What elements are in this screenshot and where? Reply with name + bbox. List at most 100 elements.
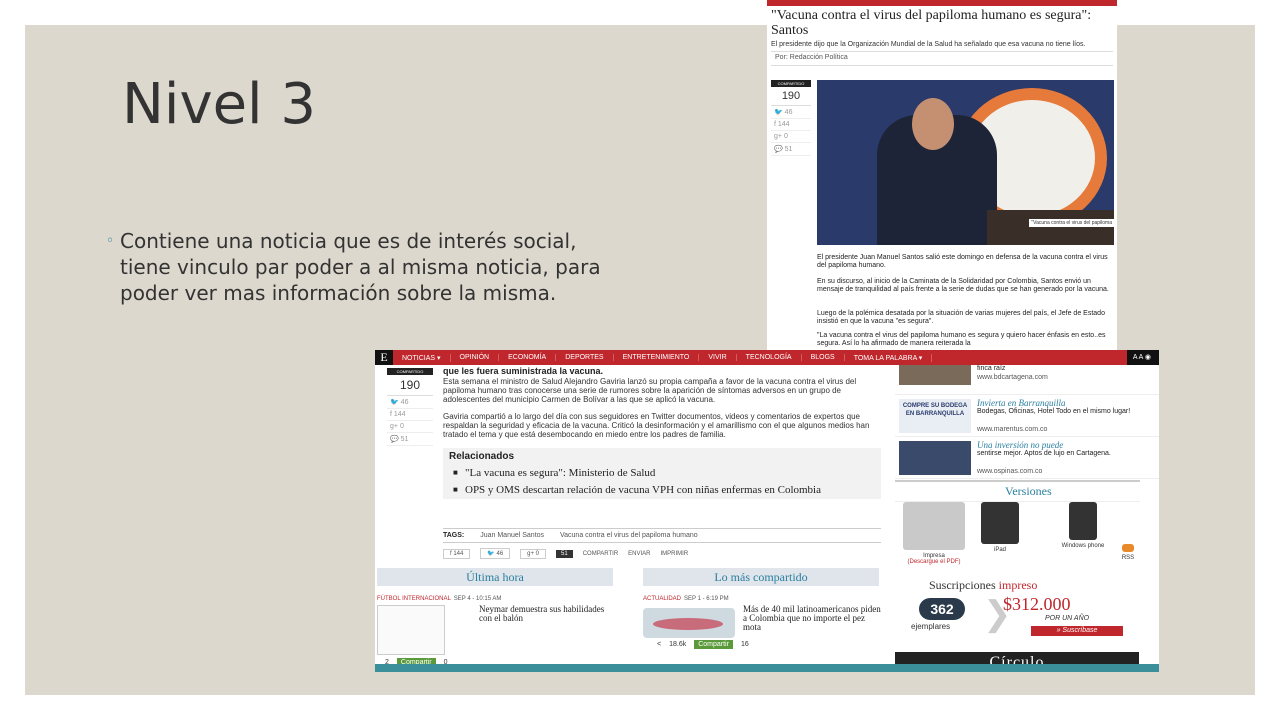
comments-count[interactable]: 💬 51 (387, 433, 433, 446)
ad-item[interactable]: COMPRE SU BODEGA EN BARRANQUILLA Inviert… (895, 395, 1159, 437)
share-button[interactable]: Compartir (694, 640, 733, 649)
twitter-icon: 🐦 (774, 109, 785, 116)
article-paragraph-2: En su discurso, al inicio de la Caminata… (817, 278, 1109, 293)
article-paragraph-3: Luego de la polémica desatada por la sit… (817, 310, 1105, 325)
related-box: Relacionados "La vacuna es segura": Mini… (443, 448, 881, 499)
ad-title: Invierta en Barranquilla (977, 398, 1066, 408)
ad-item[interactable]: Una inversión no puede sentirse mejor. A… (895, 437, 1159, 479)
newspaper-icon (903, 502, 965, 550)
gplus-icon: g+ (390, 423, 400, 430)
print-button[interactable]: IMPRIMIR (661, 551, 689, 557)
ad-image (899, 441, 971, 475)
email-button[interactable]: ENVIAR (628, 551, 650, 557)
rss-link[interactable]: RSS (1115, 544, 1141, 561)
ultima-hora-date: SEP 4 - 10:15 AM (453, 596, 502, 602)
mas-compartido-share-bar: < 18.6k Compartir 16 (657, 640, 749, 649)
nav-item-tecnologia[interactable]: TECNOLOGÍA (737, 354, 802, 361)
slide-title: Nivel 3 (122, 72, 317, 137)
article-byline: Por: Redacción Política (771, 51, 1113, 66)
ads-column: finca raíz www.bdcartagena.com COMPRE SU… (895, 365, 1159, 479)
font-size-tools[interactable]: A A ◉ (1126, 350, 1159, 365)
gplus-share[interactable]: g+ 0 (387, 421, 433, 433)
article-paragraph-2: Gaviria compartió a lo largo del día con… (443, 412, 870, 439)
facebook-share[interactable]: f 144 (771, 119, 811, 131)
nav-item-economia[interactable]: ECONOMÍA (499, 354, 557, 361)
bullet-text: Contiene una noticia que es de interés s… (120, 229, 601, 305)
article-paragraph-1: El presidente Juan Manuel Santos salió e… (817, 254, 1108, 269)
pdf-link[interactable]: (Descargue el PDF) (899, 559, 969, 565)
version-windows-phone[interactable]: Windows phone (1055, 502, 1111, 549)
tags-label: TAGS: (443, 532, 465, 539)
main-nav: E NOTICIAS ▾ OPINIÓN ECONOMÍA DEPORTES E… (375, 350, 1159, 365)
podium (987, 210, 1114, 245)
ad-item[interactable]: finca raíz www.bdcartagena.com (895, 365, 1159, 395)
twitter-share-button[interactable]: 🐦 46 (480, 548, 511, 559)
news-thumbnail[interactable] (377, 605, 445, 655)
share-icon: < (657, 641, 662, 648)
gplus-share[interactable]: g+ 0 (771, 131, 811, 143)
ultima-hora-category: FÚTBOL INTERNACIONAL SEP 4 - 10:15 AM (377, 596, 502, 602)
photo-caption: "Vacuna contra el virus del papiloma (1029, 219, 1114, 227)
article-lead: que les fuera suministrada la vacuna. (443, 366, 604, 376)
nav-item-opinion[interactable]: OPINIÓN (451, 354, 500, 361)
speaker-head (912, 98, 954, 150)
article-screenshot-bottom: E NOTICIAS ▾ OPINIÓN ECONOMÍA DEPORTES E… (375, 350, 1159, 672)
subscribe-button[interactable]: » Suscríbase (1031, 626, 1123, 636)
tag-link[interactable]: Vacuna contra el virus del papiloma huma… (560, 532, 698, 539)
gplus-share-button[interactable]: g+ 0 (520, 548, 547, 559)
mas-compartido-date: SEP 1 - 6:19 PM (684, 596, 729, 602)
article-paragraph-4: "La vacuna contra el virus del papiloma … (817, 332, 1106, 347)
ad-description: finca raíz (977, 365, 1006, 372)
nav-item-deportes[interactable]: DEPORTES (556, 354, 614, 361)
nav-item-blogs[interactable]: BLOGS (802, 354, 845, 361)
share-button[interactable]: COMPARTIR (583, 551, 618, 557)
share-label: COMPARTIDO (387, 368, 433, 375)
article-paragraph-1: Esta semana el ministro de Salud Alejand… (443, 377, 857, 404)
slide-bullet: ◦ Contiene una noticia que es de interés… (106, 228, 620, 306)
version-ipad[interactable]: iPad (975, 502, 1025, 553)
mas-compartido-title[interactable]: Más de 40 mil latinoamericanos piden a C… (743, 605, 883, 632)
copies-count: 362 (919, 598, 965, 620)
share-count: 18.6k (669, 641, 687, 648)
related-link[interactable]: OPS y OMS descartan relación de vacuna V… (443, 482, 881, 499)
nav-item-vivir[interactable]: VIVIR (699, 354, 737, 361)
bullet-icon: ◦ (106, 233, 115, 249)
ultima-hora-title[interactable]: Neymar demuestra sus habilidades con el … (479, 605, 617, 623)
nav-item-noticias[interactable]: NOTICIAS ▾ (393, 353, 451, 362)
facebook-share[interactable]: f 144 (387, 409, 433, 421)
comments-count[interactable]: 16 (741, 641, 749, 648)
ultima-hora-heading[interactable]: Última hora (377, 568, 613, 586)
ad-description: Bodegas, Oficinas, Hotel Todo en el mism… (977, 408, 1131, 415)
twitter-share[interactable]: 🐦 46 (387, 396, 433, 409)
facebook-share-button[interactable]: f 144 (443, 548, 471, 559)
comments-count[interactable]: 💬 51 (771, 143, 811, 156)
share-counter: COMPARTIDO 190 🐦 46 f 144 g+ 0 💬 51 (771, 80, 811, 156)
phone-icon (1069, 502, 1097, 540)
subscriptions-heading: Suscripciones impreso (929, 578, 1038, 592)
version-impresa[interactable]: Impresa (Descargue el PDF) (899, 502, 969, 565)
twitter-share[interactable]: 🐦 46 (771, 106, 811, 119)
rss-icon (1122, 544, 1134, 552)
site-logo[interactable]: E (375, 350, 393, 365)
versiones-heading: Versiones (895, 480, 1140, 502)
tablet-icon (981, 502, 1019, 544)
gplus-icon: g+ (774, 133, 784, 140)
tag-link[interactable]: Juan Manuel Santos (480, 532, 544, 539)
share-total: 190 (771, 87, 811, 106)
share-total: 190 (387, 375, 433, 396)
ad-url: www.marentus.com.co (977, 426, 1048, 433)
related-link[interactable]: "La vacuna es segura": Ministerio de Sal… (443, 465, 881, 482)
nav-item-toma-la-palabra[interactable]: TOMA LA PALABRA ▾ (845, 353, 933, 362)
nav-item-entretenimiento[interactable]: ENTRETENIMIENTO (614, 354, 700, 361)
share-label: COMPARTIDO (771, 80, 811, 87)
share-bar: f 144 🐦 46 g+ 0 51 COMPARTIR ENVIAR IMPR… (443, 548, 881, 559)
related-title: Relacionados (449, 451, 515, 462)
mas-compartido-heading[interactable]: Lo más compartido (643, 568, 879, 586)
comments-button[interactable]: 51 (556, 549, 573, 558)
article-subheadline: El presidente dijo que la Organización M… (771, 41, 1086, 48)
comment-icon: 💬 (774, 146, 785, 153)
article-headline[interactable]: "Vacuna contra el virus del papiloma hum… (767, 6, 1117, 38)
subscription-price: $312.000 (1003, 594, 1071, 614)
article-screenshot-top: "Vacuna contra el virus del papiloma hum… (767, 0, 1117, 355)
dolphin-thumbnail[interactable] (643, 608, 735, 638)
